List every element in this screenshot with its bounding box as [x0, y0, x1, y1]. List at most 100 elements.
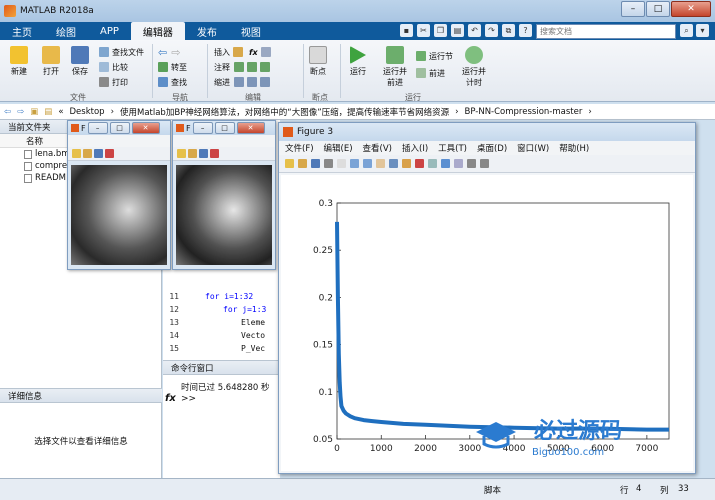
maximize-button[interactable]: □ [214, 122, 235, 134]
figure-1-toolbar [68, 147, 170, 161]
new-figure-icon[interactable] [177, 149, 186, 158]
save-icon[interactable] [311, 159, 320, 168]
tab-view[interactable]: 视图 [229, 22, 273, 40]
run-section-button[interactable]: 运行节 [416, 50, 453, 62]
copy-icon[interactable]: ❐ [434, 24, 447, 37]
path-segment-project[interactable]: 使用Matlab加BP神经网络算法，对网络中的“大图像”压缩，提高传输速率节省网… [120, 106, 449, 118]
menu-help[interactable]: 帮助(H) [559, 142, 589, 154]
legend-icon[interactable] [454, 159, 463, 168]
menu-desktop[interactable]: 桌面(D) [477, 142, 507, 154]
open-button[interactable]: 打开 [42, 46, 60, 77]
zoom-out-icon[interactable] [363, 159, 372, 168]
lena-image [71, 165, 167, 265]
new-figure-icon[interactable] [72, 149, 81, 158]
watermark: 必过源码 Biguo100.com [470, 410, 690, 460]
brush-icon[interactable] [105, 149, 114, 158]
chevron-right-icon: › [455, 106, 459, 117]
open-icon[interactable] [83, 149, 92, 158]
goto-button[interactable]: 转至 [158, 61, 187, 73]
save-icon[interactable] [94, 149, 103, 158]
print-icon[interactable] [324, 159, 333, 168]
find-files-button[interactable]: 查找文件 [99, 46, 144, 58]
x-tick-label: 2000 [414, 444, 437, 454]
figure-window-1[interactable]: F – □ ✕ [67, 120, 171, 270]
browse-icon[interactable]: ▤ [44, 107, 52, 117]
maximize-button[interactable]: □ [109, 122, 130, 134]
rotate-icon[interactable] [389, 159, 398, 168]
menu-tools[interactable]: 工具(T) [438, 142, 467, 154]
notification-icon[interactable]: ▾ [696, 24, 709, 37]
menu-view[interactable]: 查看(V) [363, 142, 392, 154]
data-cursor-icon[interactable] [402, 159, 411, 168]
brush-icon[interactable] [415, 159, 424, 168]
tab-editor[interactable]: 编辑器 [130, 22, 185, 40]
tab-apps[interactable]: APP [88, 22, 131, 40]
menu-edit[interactable]: 编辑(E) [324, 142, 353, 154]
print-button[interactable]: 打印 [99, 76, 128, 88]
advance-button[interactable]: 前进 [416, 67, 445, 79]
run-advance-button[interactable]: 运行并 前进 [383, 46, 407, 88]
close-button[interactable]: ✕ [236, 122, 265, 134]
paste-icon[interactable]: ▤ [451, 24, 464, 37]
help-icon[interactable]: ? [519, 24, 532, 37]
up-folder-icon[interactable]: ▣ [30, 107, 38, 117]
tab-plots[interactable]: 绘图 [44, 22, 88, 40]
close-button[interactable]: ✕ [131, 122, 160, 134]
back-button[interactable]: ⇦ ⇨ [158, 45, 181, 59]
insert-button[interactable]: 插入 fx [214, 46, 274, 58]
pan-icon[interactable] [376, 159, 385, 168]
tab-publish[interactable]: 发布 [185, 22, 229, 40]
dock-icon[interactable] [480, 159, 489, 168]
menu-insert[interactable]: 插入(I) [402, 142, 428, 154]
pointer-icon[interactable] [337, 159, 346, 168]
undo-icon[interactable]: ↶ [468, 24, 481, 37]
open-icon[interactable] [188, 149, 197, 158]
address-bar[interactable]: ⇦ ⇨ ▣ ▤ « Desktop › 使用Matlab加BP神经网络算法，对网… [0, 104, 715, 120]
fx-button[interactable]: fx [249, 48, 258, 57]
run-button[interactable]: 运行 [350, 46, 366, 77]
close-button[interactable]: ✕ [671, 1, 711, 17]
new-figure-icon[interactable] [285, 159, 294, 168]
insert-icon [233, 47, 243, 57]
cut-icon[interactable]: ✂ [417, 24, 430, 37]
hide-tools-icon[interactable] [467, 159, 476, 168]
menu-window[interactable]: 窗口(W) [517, 142, 549, 154]
graduation-cap-icon [476, 422, 516, 442]
open-icon[interactable] [298, 159, 307, 168]
find-button[interactable]: 查找 [158, 76, 187, 88]
save-icon[interactable]: ▪ [400, 24, 413, 37]
minimize-button[interactable]: – [192, 122, 213, 134]
command-prompt[interactable]: >> [181, 394, 196, 404]
save-icon[interactable] [199, 149, 208, 158]
watermark-graphic: 必过源码 Biguo100.com [476, 418, 622, 458]
breakpoints-button[interactable]: 断点 [309, 46, 327, 77]
path-segment-folder[interactable]: BP-NN-Compression-master [465, 107, 583, 117]
brush-icon[interactable] [210, 149, 219, 158]
switch-windows-icon[interactable]: ⧉ [502, 24, 515, 37]
path-segment-desktop[interactable]: Desktop [70, 107, 105, 117]
search-icon[interactable]: ⌕ [680, 24, 693, 37]
colorbar-icon[interactable] [441, 159, 450, 168]
run-group-label: 运行 [405, 93, 421, 102]
compare-button[interactable]: 比较 [99, 61, 128, 73]
tab-home[interactable]: 主页 [0, 22, 44, 40]
new-button[interactable]: 新建 [10, 46, 28, 77]
menu-file[interactable]: 文件(F) [285, 142, 314, 154]
minimize-button[interactable]: – [87, 122, 108, 134]
maximize-button[interactable]: □ [646, 1, 670, 17]
zoom-in-icon[interactable] [350, 159, 359, 168]
run-and-time-button[interactable]: 运行并 计时 [462, 46, 486, 88]
indent-button[interactable]: 缩进 [214, 76, 273, 88]
arrow-right-icon: ⇨ [171, 45, 181, 59]
link-icon[interactable] [428, 159, 437, 168]
forward-arrow-icon[interactable]: ⇨ [17, 107, 24, 117]
command-window[interactable]: 命令行窗口 时间已过 5.648280 秒 fx >> [163, 360, 280, 478]
comment-button[interactable]: 注释 [214, 61, 273, 73]
figure-window-2[interactable]: F – □ ✕ [172, 120, 276, 270]
run-advance-icon [386, 46, 404, 64]
save-button[interactable]: 保存 [71, 46, 89, 77]
minimize-button[interactable]: – [621, 1, 645, 17]
search-input[interactable]: 搜索文档 [536, 24, 676, 39]
redo-icon[interactable]: ↷ [485, 24, 498, 37]
back-arrow-icon[interactable]: ⇦ [4, 107, 11, 117]
